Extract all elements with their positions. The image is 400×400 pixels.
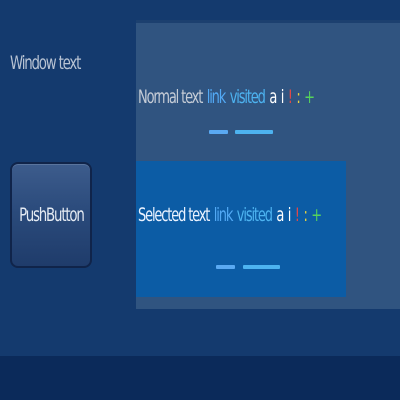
normal-visited-underline	[235, 130, 273, 134]
selected-visited-underline	[243, 265, 280, 269]
normal-text-row: Normal text link visited a i!: +	[138, 86, 318, 108]
normal-text: Normal text	[138, 86, 203, 108]
window-bottom-strip	[0, 356, 400, 400]
selection-highlight	[136, 161, 346, 297]
selected-visited-link[interactable]: visited	[237, 204, 273, 226]
push-button[interactable]: PushButton	[10, 162, 92, 268]
normal-link[interactable]: link	[207, 86, 227, 108]
window-text-label: Window text	[10, 52, 81, 74]
selected-i: i	[287, 204, 292, 226]
selected-link[interactable]: link	[214, 204, 234, 226]
selected-plus: +	[311, 204, 322, 226]
selected-link-underline	[216, 265, 235, 269]
push-button-label: PushButton	[18, 204, 85, 226]
selected-colon: :	[303, 204, 307, 226]
selected-text-row: Selected text link visited a i!: +	[138, 204, 326, 226]
normal-plus: +	[304, 86, 315, 108]
selected-a: a	[276, 204, 284, 226]
normal-a: a	[269, 86, 277, 108]
normal-visited-link[interactable]: visited	[230, 86, 266, 108]
normal-bang: !	[287, 86, 293, 108]
selected-bang: !	[294, 204, 300, 226]
selected-text: Selected text	[138, 204, 210, 226]
normal-colon: :	[296, 86, 300, 108]
normal-i: i	[280, 86, 285, 108]
normal-link-underline	[209, 130, 228, 134]
